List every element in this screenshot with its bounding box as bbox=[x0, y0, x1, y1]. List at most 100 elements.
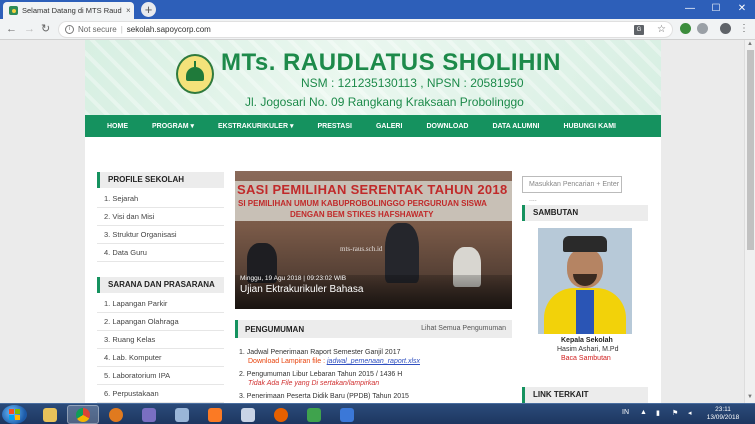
app-icon bbox=[142, 407, 156, 422]
bookmark-star-icon[interactable]: ☆ bbox=[657, 24, 666, 35]
browser-tab-strip: Selamat Datang di MTS Raudlatu × + — ☐ ✕ bbox=[0, 0, 755, 19]
volume-icon[interactable]: ◂ bbox=[688, 409, 692, 417]
close-window-button[interactable]: ✕ bbox=[729, 0, 755, 19]
sidebar-item-sejarah[interactable]: 1. Sejarah bbox=[97, 190, 224, 208]
nav-program[interactable]: PROGRAM ▾ bbox=[152, 122, 194, 130]
chrome-menu-icon[interactable]: ⋮ bbox=[739, 22, 749, 36]
nav-download[interactable]: DOWNLOAD bbox=[426, 123, 468, 130]
extension-icon[interactable] bbox=[680, 23, 691, 34]
chrome-icon bbox=[76, 407, 90, 422]
taskbar-clock[interactable]: 23:11 13/09/2018 bbox=[706, 406, 740, 422]
no-file-note: Tidak Ada File yang Di sertakan/lampirka… bbox=[248, 380, 380, 387]
announcement-item[interactable]: 3. Penerimaan Peserta Didik Baru (PPDB) … bbox=[239, 393, 409, 400]
nav-ekstrakurikuler[interactable]: EKSTRAKURIKULER ▾ bbox=[218, 122, 293, 130]
xampp-taskbar-button[interactable] bbox=[199, 405, 231, 424]
start-button[interactable] bbox=[2, 405, 27, 424]
pengumuman-title: PENGUMUMAN bbox=[245, 325, 305, 334]
link-terkait-title: LINK TERKAIT bbox=[522, 387, 648, 403]
app-icon bbox=[340, 407, 354, 422]
attachment-link[interactable]: jadwal_pemenaan_raport.xlsx bbox=[327, 358, 420, 365]
language-indicator[interactable]: IN bbox=[622, 409, 629, 416]
tab-title: Selamat Datang di MTS Raudlatu bbox=[22, 6, 122, 15]
sidebar-item-lapangan-parkir[interactable]: 1. Lapangan Parkir bbox=[97, 295, 224, 313]
url-text[interactable]: sekolah.sapoycorp.com bbox=[127, 25, 211, 34]
browser-tab[interactable]: Selamat Datang di MTS Raudlatu × bbox=[3, 2, 134, 19]
media-player-taskbar-button[interactable] bbox=[100, 405, 132, 424]
folder-icon bbox=[43, 407, 57, 422]
sidebar-item-laboratorium-ipa[interactable]: 5. Laboratorium IPA bbox=[97, 367, 224, 385]
sidebar-item-lab-komputer[interactable]: 4. Lab. Komputer bbox=[97, 349, 224, 367]
nav-data-alumni[interactable]: DATA ALUMNI bbox=[492, 123, 539, 130]
chrome-taskbar-button[interactable] bbox=[67, 405, 99, 424]
school-address: Jl. Jogosari No. 09 Rangkang Kraksaan Pr… bbox=[245, 95, 524, 109]
photo-cap bbox=[563, 236, 607, 252]
app-taskbar-button[interactable] bbox=[166, 405, 198, 424]
search-input[interactable]: Masukkan Pencarian + Enter .... bbox=[522, 176, 622, 203]
app-taskbar-button[interactable] bbox=[133, 405, 165, 424]
nav-hubungi-kami[interactable]: HUBUNGI KAMI bbox=[563, 123, 616, 130]
action-center-icon[interactable]: ⚑ bbox=[672, 409, 678, 417]
app-icon bbox=[307, 407, 321, 422]
network-icon[interactable]: ▮ bbox=[656, 409, 660, 417]
slider-banner-line3: DENGAN BEM STIKES HAFSHAWATY bbox=[290, 210, 434, 219]
browser-toolbar: ← → ↻ i Not secure | sekolah.sapoycorp.c… bbox=[0, 19, 755, 40]
forward-arrow-icon[interactable]: → bbox=[24, 22, 35, 36]
translate-icon[interactable]: G bbox=[634, 25, 644, 35]
slider-banner-line1: SASI PEMILIHAN SERENTAK TAHUN 2018 bbox=[237, 182, 508, 197]
explorer-taskbar-button[interactable] bbox=[34, 405, 66, 424]
page-scrollbar[interactable]: ▲ ▼ bbox=[744, 40, 755, 403]
info-icon[interactable]: i bbox=[65, 25, 74, 34]
minimize-button[interactable]: — bbox=[677, 0, 703, 19]
principal-name: Hasim Ashari, M.Pd bbox=[557, 346, 619, 353]
app-taskbar-button[interactable] bbox=[232, 405, 264, 424]
nav-home[interactable]: HOME bbox=[107, 123, 128, 130]
news-slider[interactable]: SASI PEMILIHAN SERENTAK TAHUN 2018 SI PE… bbox=[235, 171, 512, 309]
scroll-up-icon[interactable]: ▲ bbox=[747, 41, 753, 47]
announcement-note: Tidak Ada File yang Di sertakan/lampirka… bbox=[248, 380, 379, 387]
maximize-button[interactable]: ☐ bbox=[703, 0, 729, 19]
site-favicon-icon bbox=[9, 6, 18, 15]
sidebar-item-perpustakaan[interactable]: 6. Perpustakaan bbox=[97, 385, 224, 403]
see-all-link[interactable]: Lihat Semua Pengumuman bbox=[421, 325, 506, 332]
back-arrow-icon[interactable]: ← bbox=[6, 22, 17, 36]
app-taskbar-button[interactable] bbox=[298, 405, 330, 424]
tray-expand-icon[interactable]: ▲ bbox=[640, 409, 647, 416]
slider-title[interactable]: Ujian Ektrakurikuler Bahasa bbox=[240, 284, 363, 295]
profile-sekolah-list: 1. Sejarah 2. Visi dan Misi 3. Struktur … bbox=[97, 190, 224, 262]
new-tab-button[interactable]: + bbox=[141, 2, 156, 17]
school-name: MTs. RAUDLATUS SHOLIHIN bbox=[221, 49, 561, 76]
announcement-item[interactable]: 2. Pengumuman Libur Lebaran Tahun 2015 /… bbox=[239, 371, 402, 378]
windows-taskbar: IN ▲ ▮ ⚑ ◂ 23:11 13/09/2018 bbox=[0, 403, 755, 424]
school-nsm-npsn: NSM : 121235130113 , NPSN : 20581950 bbox=[301, 76, 524, 90]
announcement-item[interactable]: 1. Jadwal Penerimaan Raport Semester Gan… bbox=[239, 349, 400, 356]
slider-date: Minggu, 19 Agu 2018 | 09:23:02 WIB bbox=[240, 275, 347, 282]
address-bar[interactable]: i Not secure | sekolah.sapoycorp.com G ☆ bbox=[58, 21, 673, 38]
sidebar-item-data-guru[interactable]: 4. Data Guru bbox=[97, 244, 224, 262]
sidebar-item-visi-misi[interactable]: 2. Visi dan Misi bbox=[97, 208, 224, 226]
slider-watermark: mts-raus.sch.id bbox=[340, 245, 383, 253]
school-logo[interactable] bbox=[176, 54, 214, 94]
attachment-label: Download Lampiran file : bbox=[248, 358, 327, 365]
reload-icon[interactable]: ↻ bbox=[41, 22, 50, 36]
mosque-dome-icon bbox=[186, 61, 204, 81]
profile-sekolah-title: PROFILE SEKOLAH bbox=[97, 172, 224, 188]
profile-avatar-icon[interactable] bbox=[720, 23, 731, 34]
scrollbar-thumb[interactable] bbox=[747, 50, 754, 250]
tab-close-icon[interactable]: × bbox=[126, 6, 131, 15]
windows-logo-icon bbox=[9, 409, 20, 420]
extension-icon[interactable] bbox=[697, 23, 708, 34]
firefox-taskbar-button[interactable] bbox=[265, 405, 297, 424]
sarana-prasarana-title: SARANA DAN PRASARANA bbox=[97, 277, 224, 293]
sidebar-item-struktur-organisasi[interactable]: 3. Struktur Organisasi bbox=[97, 226, 224, 244]
read-sambutan-link[interactable]: Baca Sambutan bbox=[561, 355, 611, 362]
sidebar-item-ruang-kelas[interactable]: 3. Ruang Kelas bbox=[97, 331, 224, 349]
app-taskbar-button[interactable] bbox=[331, 405, 363, 424]
nav-prestasi[interactable]: PRESTASI bbox=[317, 123, 352, 130]
nav-galeri[interactable]: GALERI bbox=[376, 123, 402, 130]
slider-person bbox=[385, 223, 419, 283]
xampp-icon bbox=[208, 407, 222, 422]
photo-shirt-stripe bbox=[576, 290, 594, 334]
scroll-down-icon[interactable]: ▼ bbox=[747, 394, 753, 400]
sarana-prasarana-list: 1. Lapangan Parkir 2. Lapangan Olahraga … bbox=[97, 295, 224, 403]
sidebar-item-lapangan-olahraga[interactable]: 2. Lapangan Olahraga bbox=[97, 313, 224, 331]
